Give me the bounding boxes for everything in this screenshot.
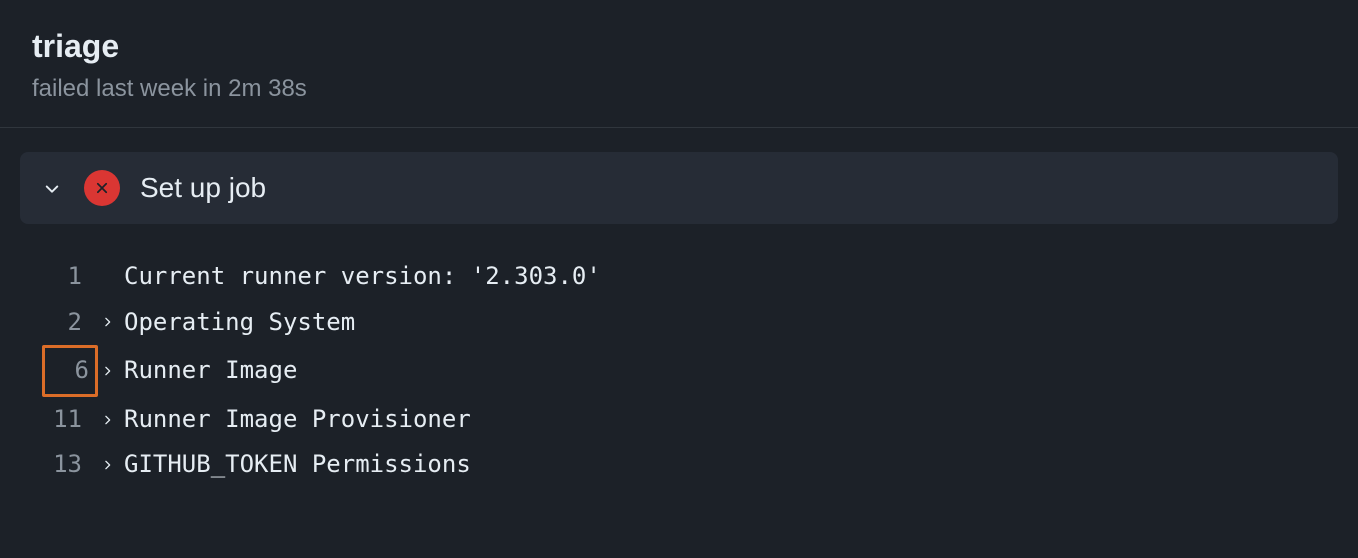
line-number[interactable]: 1 — [40, 254, 100, 300]
log-line-text: Operating System — [124, 300, 355, 346]
step-title: Set up job — [140, 172, 266, 204]
caret-right-icon — [100, 413, 124, 427]
line-number[interactable]: 11 — [40, 397, 100, 443]
job-status-text: failed last week in 2m 38s — [32, 75, 1326, 103]
log-line[interactable]: 6 Runner Image — [40, 345, 1318, 397]
log-output: 1 Current runner version: '2.303.0' 2 Opera… — [20, 224, 1338, 488]
line-number[interactable]: 13 — [40, 442, 100, 488]
error-icon — [84, 170, 120, 206]
caret-right-icon — [100, 458, 124, 472]
line-number[interactable]: 6 — [42, 345, 98, 397]
log-line[interactable]: 2 Operating System — [40, 300, 1318, 346]
step-header-row[interactable]: Set up job — [20, 152, 1338, 224]
log-line-text: Runner Image Provisioner — [124, 397, 471, 443]
chevron-down-icon — [40, 176, 64, 200]
log-line-text: Runner Image — [124, 348, 297, 394]
job-title: triage — [32, 28, 1326, 65]
step-container: Set up job 1 Current runner version: '2.3… — [0, 128, 1358, 488]
job-header: triage failed last week in 2m 38s — [0, 0, 1358, 128]
log-line-text: Current runner version: '2.303.0' — [124, 254, 601, 300]
log-line[interactable]: 11 Runner Image Provisioner — [40, 397, 1318, 443]
line-number[interactable]: 2 — [40, 300, 100, 346]
log-line-text: GITHUB_TOKEN Permissions — [124, 442, 471, 488]
caret-right-icon — [100, 364, 124, 378]
log-line: 1 Current runner version: '2.303.0' — [40, 254, 1318, 300]
caret-right-icon — [100, 315, 124, 329]
log-line[interactable]: 13 GITHUB_TOKEN Permissions — [40, 442, 1318, 488]
